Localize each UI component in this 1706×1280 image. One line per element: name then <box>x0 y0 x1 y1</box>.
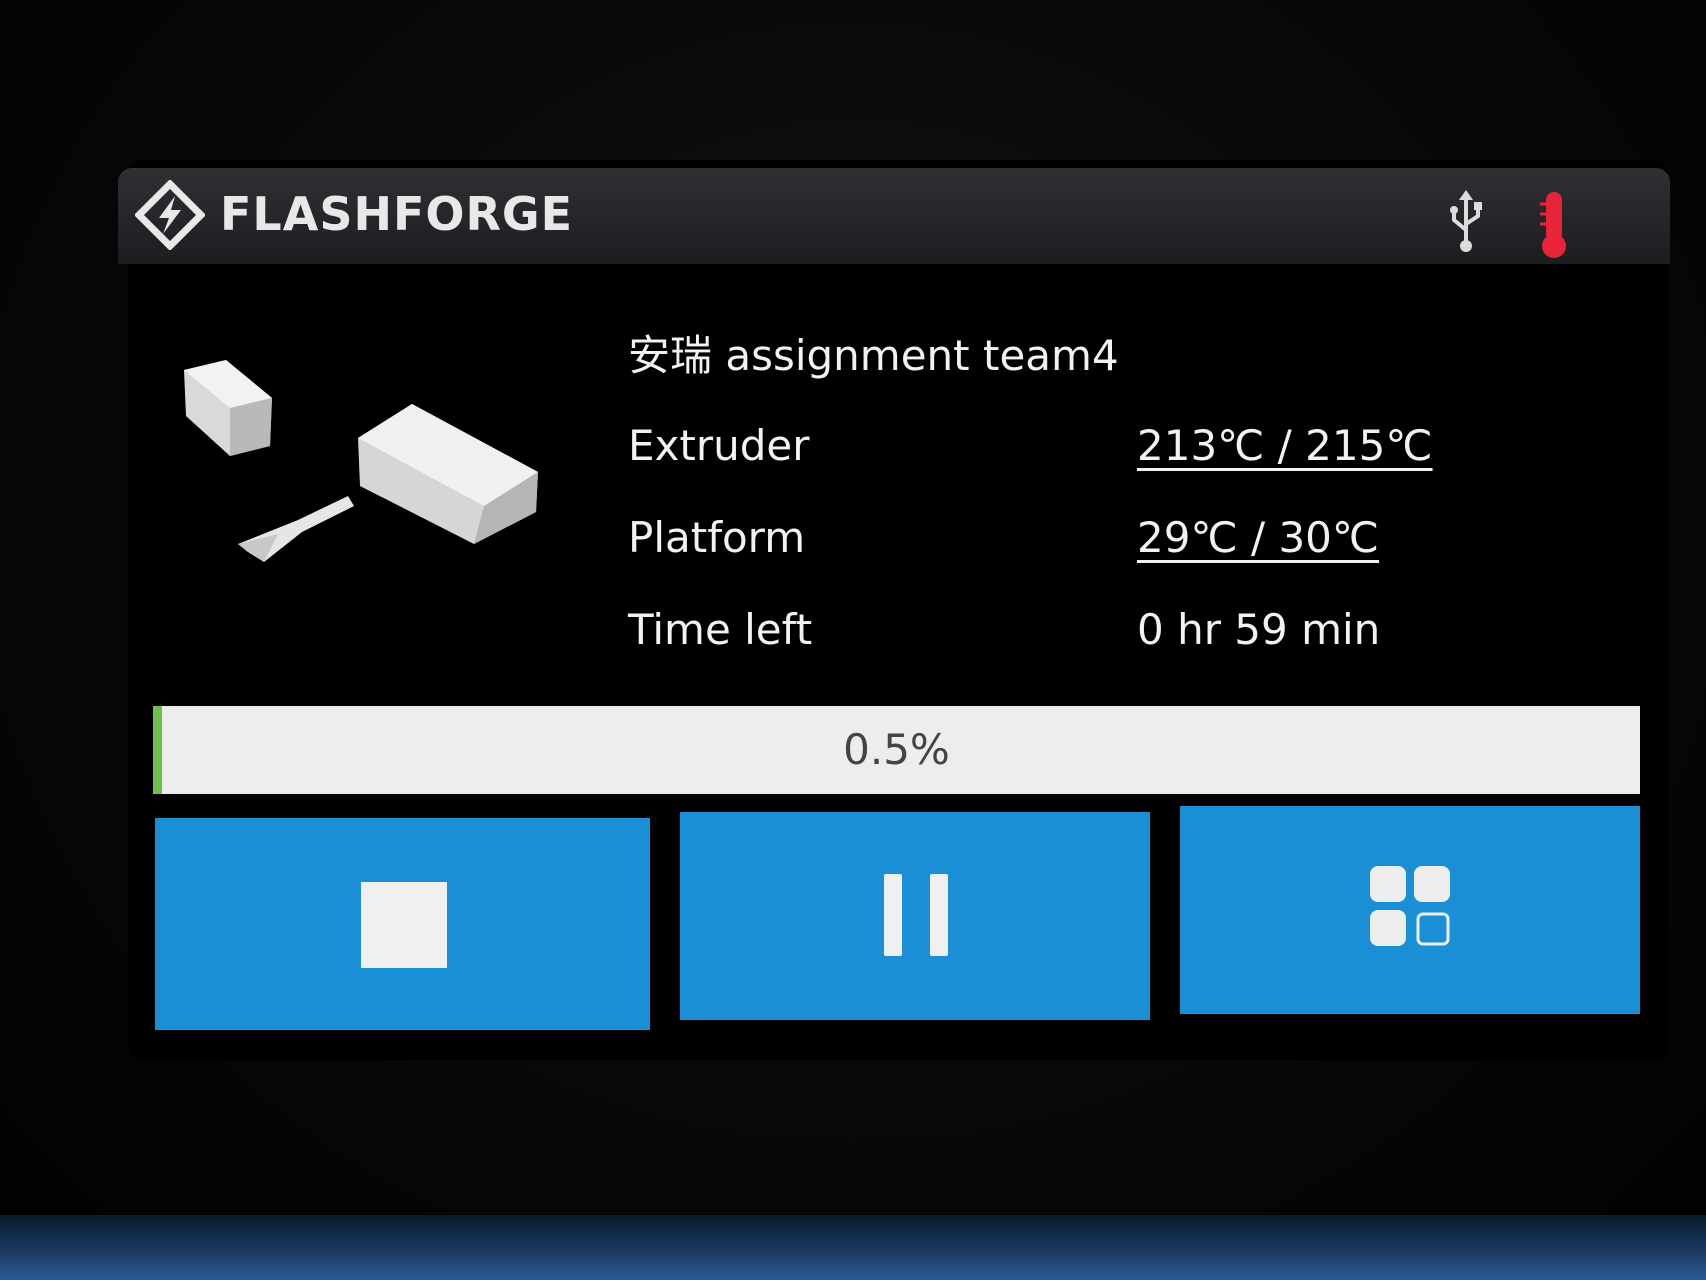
progress-percent: 0.5% <box>843 725 950 774</box>
extruder-label: Extruder <box>628 421 810 470</box>
platform-label: Platform <box>628 513 806 562</box>
usb-icon[interactable] <box>1444 190 1488 254</box>
grid-menu-icon <box>1370 866 1450 946</box>
print-progress-bar: 0.5% <box>153 706 1640 794</box>
more-options-button[interactable] <box>1180 806 1640 1014</box>
time-left-value: 0 hr 59 min <box>1137 605 1381 654</box>
extruder-temperature-value[interactable]: 213℃ / 215℃ <box>1137 420 1433 472</box>
pause-button[interactable] <box>680 812 1150 1020</box>
platform-temperature-value[interactable]: 29℃ / 30℃ <box>1137 512 1379 564</box>
model-preview-image <box>184 360 538 562</box>
pause-icon <box>884 874 902 956</box>
thermometer-icon[interactable] <box>1536 190 1572 260</box>
brand-name: FLASHFORGE <box>220 187 574 241</box>
device-bottom-strip <box>0 1215 1706 1280</box>
stop-icon <box>361 882 447 968</box>
stop-button[interactable] <box>155 818 650 1030</box>
job-name: 安瑞 assignment team4 <box>628 331 1119 380</box>
pause-icon-bar-right <box>930 874 948 956</box>
time-left-label: Time left <box>628 605 813 654</box>
flashforge-logo-icon <box>135 180 205 250</box>
